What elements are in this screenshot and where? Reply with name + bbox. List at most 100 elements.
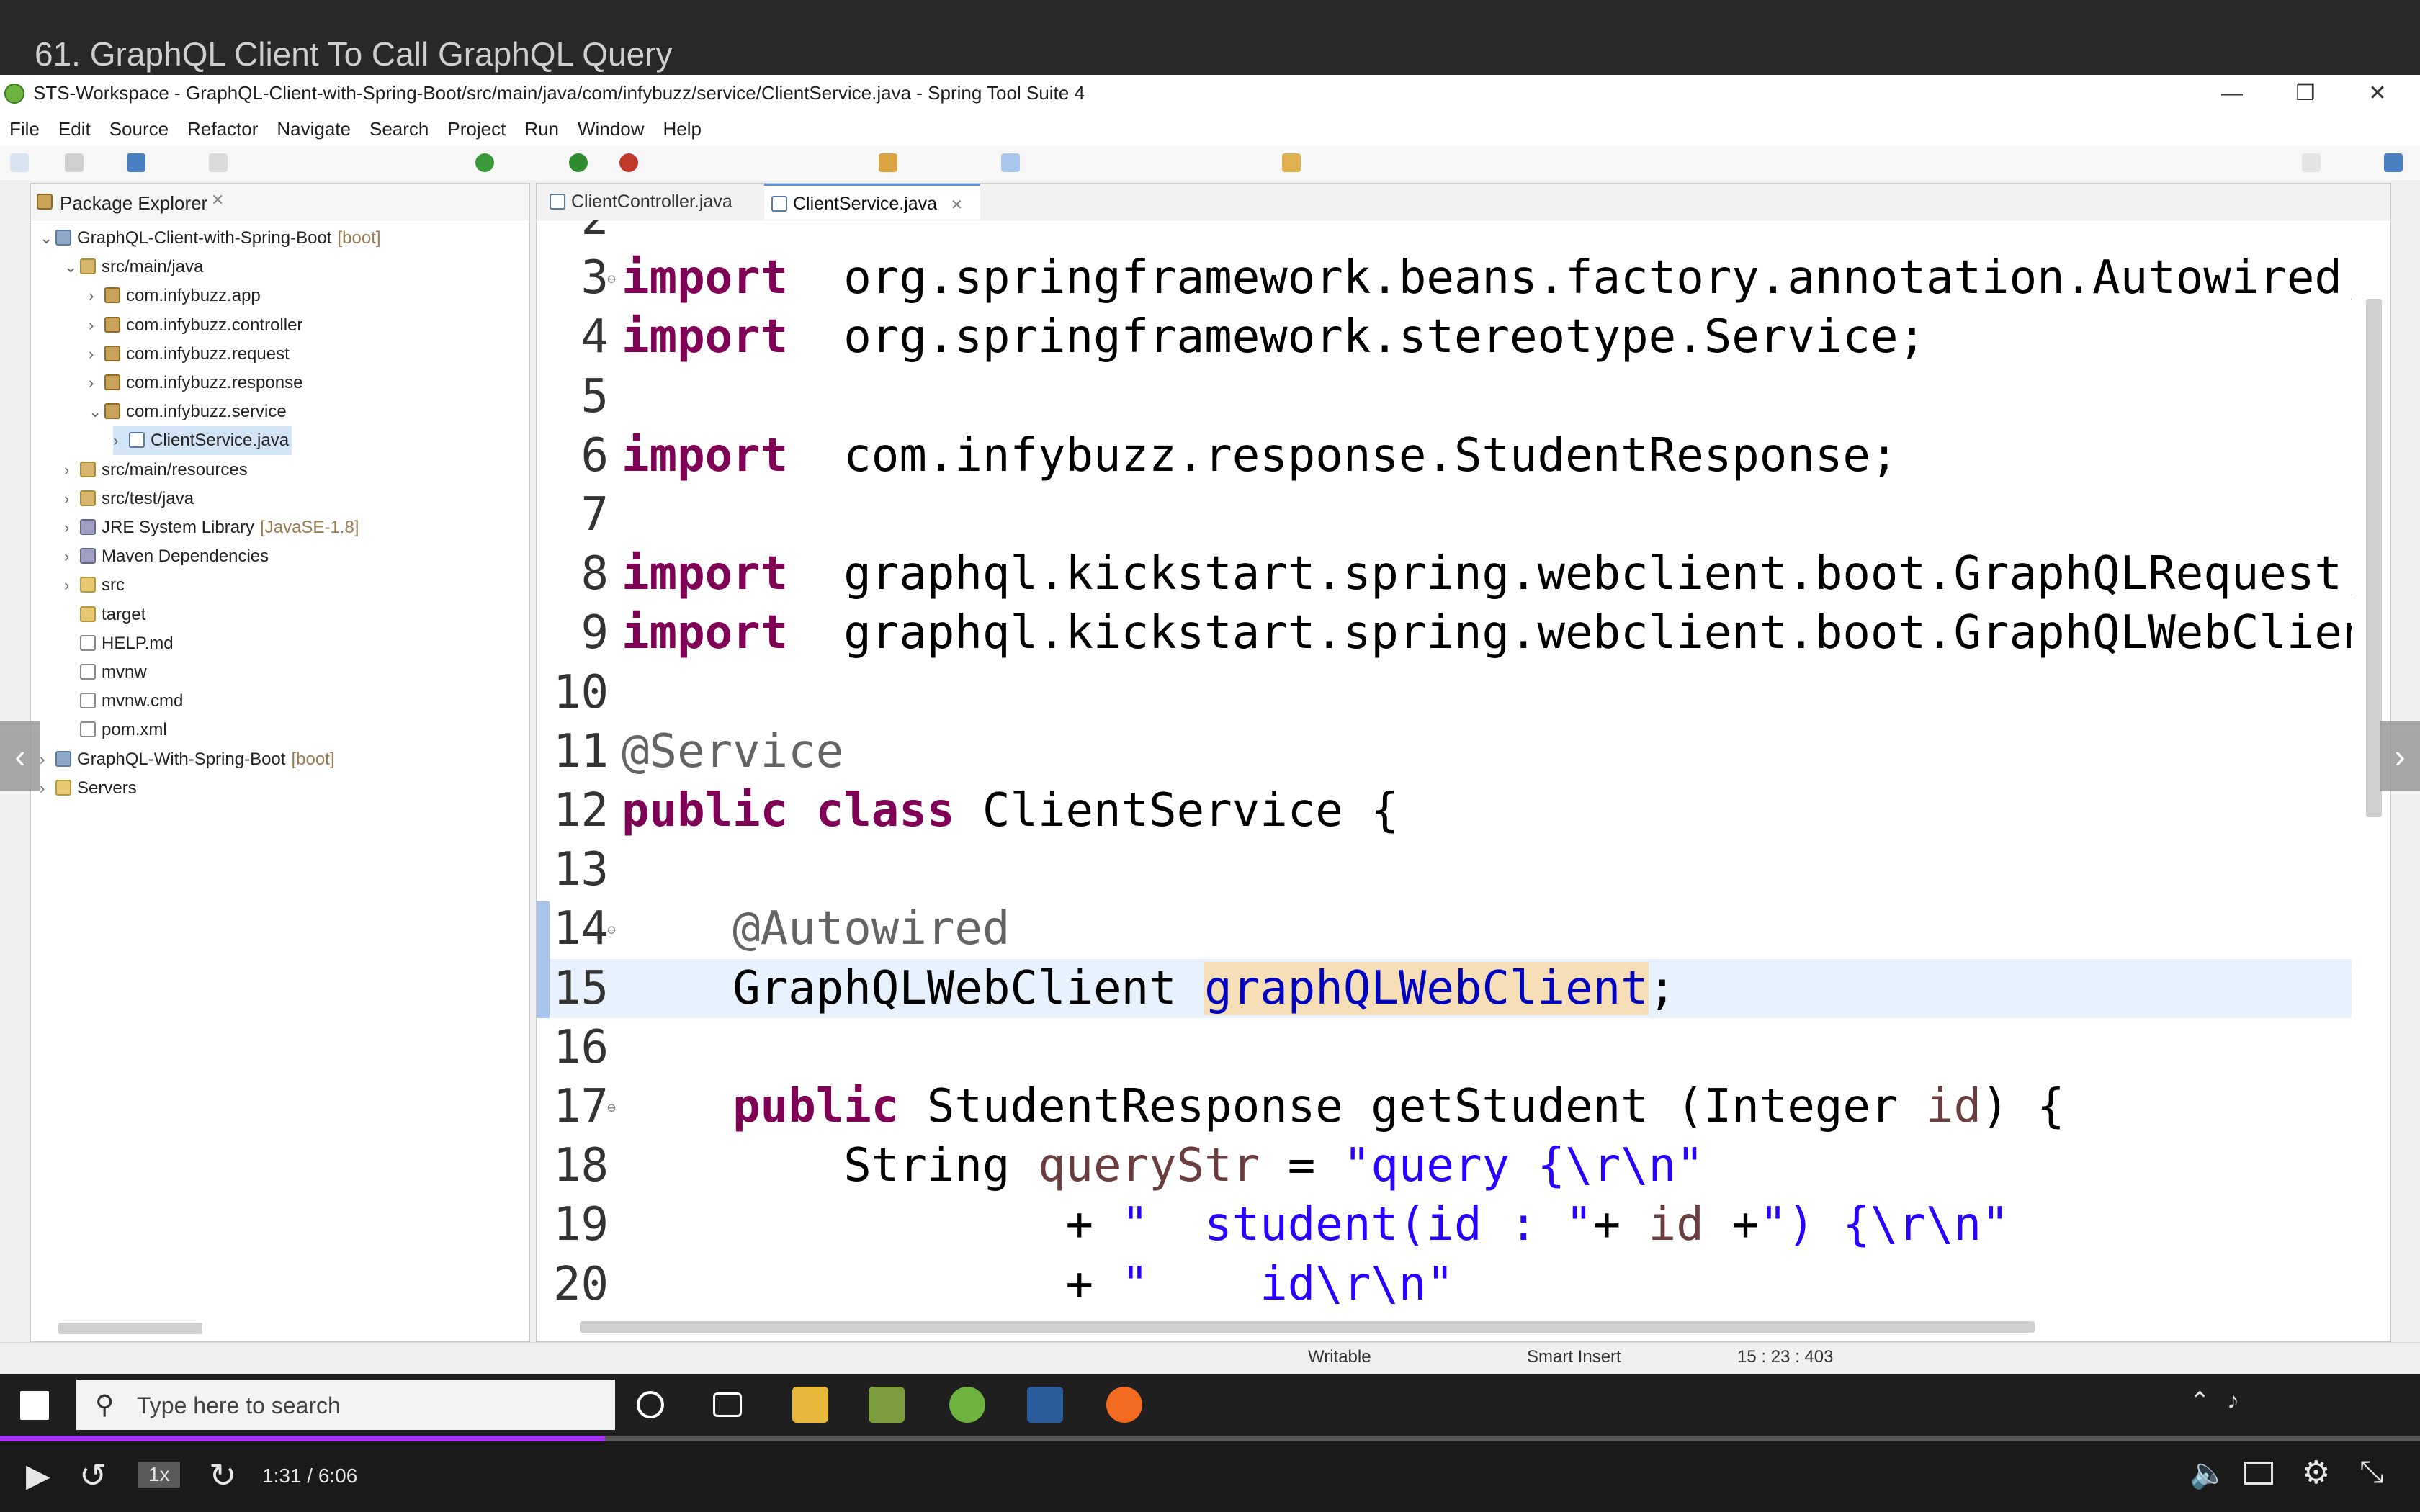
expand-toggle-icon[interactable]: › (64, 542, 80, 571)
tree-item[interactable]: › src (64, 571, 125, 600)
expand-toggle-icon[interactable]: › (113, 426, 129, 455)
expand-toggle-icon[interactable]: ⌄ (89, 397, 104, 426)
tree-item[interactable]: › com.infybuzz.controller (89, 311, 302, 340)
save-icon[interactable] (65, 153, 84, 172)
tree-item[interactable]: mvnw (64, 658, 147, 687)
expand-toggle-icon[interactable]: › (89, 340, 104, 369)
expand-toggle-icon[interactable]: › (89, 311, 104, 340)
tree-item[interactable]: › com.infybuzz.response (89, 369, 302, 397)
menu-window[interactable]: Window (568, 112, 653, 145)
back-icon[interactable] (1282, 153, 1301, 172)
settings-gear-icon[interactable]: ⚙ (2302, 1454, 2330, 1491)
code-area[interactable]: 23⊖import org.springframework.beans.fact… (537, 220, 2352, 1321)
volume-icon[interactable]: 🔈 (2190, 1456, 2227, 1491)
debug-icon[interactable] (209, 153, 228, 172)
close-icon[interactable]: ✕ (951, 197, 963, 213)
external-tools-icon[interactable] (619, 153, 638, 172)
previous-arrow-icon[interactable]: ‹ (0, 721, 40, 791)
expand-toggle-icon[interactable]: › (64, 513, 80, 542)
cortana-icon[interactable] (637, 1391, 664, 1418)
scroll-thumb[interactable] (58, 1323, 202, 1334)
volume-icon[interactable]: ♪ (2227, 1387, 2239, 1415)
toggle-mark-occurrences-icon[interactable] (1001, 153, 1020, 172)
code-line[interactable]: 12 public class ClientService { (537, 781, 2352, 840)
tree-item[interactable]: › Servers (40, 774, 137, 803)
package-explorer-tab[interactable]: Package Explorer ✕ (31, 184, 529, 220)
expand-toggle-icon[interactable]: › (64, 456, 80, 485)
expand-toggle-icon[interactable]: › (40, 774, 55, 803)
taskbar-search-input[interactable]: ⚲ Type here to search (76, 1380, 615, 1430)
code-line[interactable]: 17 ⊖ public StudentResponse getStudent (I… (537, 1077, 2352, 1136)
code-line[interactable]: 7 (537, 485, 2352, 544)
tree-item[interactable]: › GraphQL-With-Spring-Boot [boot] (40, 745, 335, 774)
search-icon[interactable] (2302, 153, 2321, 172)
file-explorer-icon[interactable] (792, 1387, 828, 1423)
forward-icon[interactable]: ↻ (209, 1456, 237, 1495)
editor-horizontal-scrollbar[interactable] (551, 1317, 2380, 1337)
close-window-button[interactable]: ✕ (2354, 78, 2401, 109)
menu-refactor[interactable]: Refactor (178, 112, 267, 145)
code-line[interactable]: 20 + " id\r\n" (537, 1255, 2352, 1314)
tree-item[interactable]: HELP.md (64, 629, 174, 658)
expand-toggle-icon[interactable]: › (64, 485, 80, 513)
tree-item[interactable]: › JRE System Library [JavaSE-1.8] (64, 513, 359, 542)
minimize-button[interactable]: — (2208, 78, 2256, 109)
menu-run[interactable]: Run (515, 112, 568, 145)
tree-item[interactable]: mvnw.cmd (64, 687, 183, 716)
code-line[interactable]: 5 (537, 367, 2352, 426)
run-icon[interactable] (569, 153, 588, 172)
postman-icon[interactable] (1106, 1387, 1142, 1423)
fold-toggle-icon[interactable]: ⊖ (607, 270, 616, 287)
new-icon[interactable] (10, 153, 29, 172)
next-arrow-icon[interactable]: › (2380, 721, 2420, 791)
tree-item[interactable]: ⌄ src/main/java (64, 253, 203, 282)
tree-item[interactable]: › src/main/resources (64, 456, 248, 485)
spring-boot-dashboard-icon[interactable] (475, 153, 494, 172)
windows-start-icon[interactable] (20, 1391, 49, 1420)
menu-navigate[interactable]: Navigate (267, 112, 360, 145)
code-line[interactable]: 8 import graphql.kickstart.spring.webclie… (537, 544, 2352, 603)
code-line[interactable]: 15 GraphQLWebClient graphQLWebClient; (537, 901, 2352, 1018)
code-line[interactable]: 14 ⊖ @Autowired (537, 899, 2352, 958)
expand-toggle-icon[interactable]: › (89, 369, 104, 397)
editor-app-icon[interactable] (869, 1387, 905, 1423)
code-line[interactable]: 19 + " student(id : "+ id +") {\r\n" (537, 1195, 2352, 1254)
code-line[interactable]: 18 String queryStr = "query {\r\n" (537, 1136, 2352, 1195)
menu-source[interactable]: Source (100, 112, 178, 145)
explorer-horizontal-scrollbar[interactable] (38, 1318, 521, 1338)
code-line[interactable]: 9 import graphql.kickstart.spring.webclie… (537, 603, 2352, 662)
code-line[interactable]: 2 (537, 220, 2352, 248)
tab-client-service[interactable]: ClientService.java ✕ (764, 184, 980, 220)
tree-item[interactable]: pom.xml (64, 716, 167, 744)
play-icon[interactable]: ▶ (26, 1457, 50, 1494)
task-view-icon[interactable] (713, 1392, 742, 1417)
open-type-icon[interactable] (879, 153, 897, 172)
scroll-thumb[interactable] (580, 1321, 2035, 1333)
fold-toggle-icon[interactable]: ⊖ (607, 1099, 616, 1116)
system-tray-icon[interactable]: ⌃ (2190, 1387, 2210, 1416)
expand-toggle-icon[interactable]: ⌄ (40, 224, 55, 253)
tree-item[interactable]: target (64, 600, 145, 629)
menu-search[interactable]: Search (360, 112, 438, 145)
tab-client-controller[interactable]: ClientController.java (542, 184, 787, 220)
menu-edit[interactable]: Edit (49, 112, 100, 145)
close-icon[interactable]: ✕ (211, 191, 224, 210)
expand-toggle-icon[interactable]: › (40, 745, 55, 774)
fullscreen-icon[interactable]: ⤡ (2360, 1454, 2384, 1490)
console-icon[interactable] (127, 153, 145, 172)
expand-toggle-icon[interactable]: › (64, 571, 80, 600)
captions-icon[interactable] (2244, 1462, 2273, 1485)
app-icon[interactable] (1027, 1387, 1063, 1423)
code-line[interactable]: 6 import com.infybuzz.response.StudentRes… (537, 426, 2352, 485)
expand-toggle-icon[interactable]: ⌄ (64, 253, 80, 282)
video-progress-bar[interactable] (0, 1436, 2420, 1441)
playback-speed-button[interactable]: 1x (138, 1462, 180, 1488)
fold-toggle-icon[interactable]: ⊖ (607, 921, 616, 938)
tree-item[interactable]: › com.infybuzz.request (89, 340, 290, 369)
tree-item[interactable]: › com.infybuzz.app (89, 282, 261, 310)
tree-item[interactable]: › src/test/java (64, 485, 194, 513)
restore-button[interactable]: ❐ (2282, 78, 2329, 109)
code-line[interactable]: 10 (537, 663, 2352, 722)
spring-tool-suite-icon[interactable] (949, 1387, 985, 1423)
perspective-icon[interactable] (2384, 153, 2403, 172)
